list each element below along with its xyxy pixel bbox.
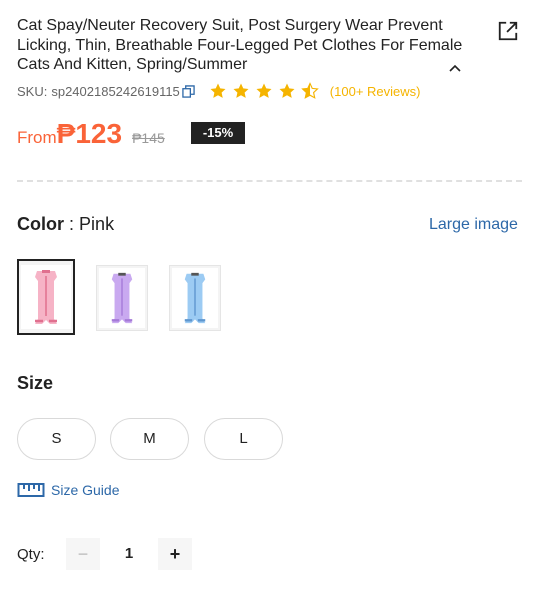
review-count[interactable]: (100+ Reviews)	[330, 84, 421, 99]
share-icon[interactable]	[497, 20, 519, 42]
pet-suit-blue-image	[184, 272, 206, 324]
color-swatch-blue[interactable]	[169, 265, 221, 331]
qty-decrease-button[interactable]: −	[66, 538, 100, 570]
quantity-stepper: − 1 +	[66, 538, 192, 570]
copy-icon[interactable]	[182, 84, 195, 98]
sku-label: SKU:	[17, 83, 48, 99]
sku-rating-row: SKU: sp2402185242619115 (100+ Reviews)	[17, 81, 420, 101]
color-swatch-purple[interactable]	[96, 265, 148, 331]
color-heading: Color	[17, 214, 64, 234]
chevron-up-icon[interactable]	[448, 61, 462, 75]
swatch-image	[21, 265, 71, 329]
current-price: ₱123	[56, 118, 123, 149]
color-separator: :	[69, 214, 75, 234]
star-icon	[210, 83, 226, 98]
price-row: From ₱123 ₱145	[17, 118, 175, 150]
size-guide-label: Size Guide	[51, 482, 120, 498]
star-icon	[279, 83, 295, 98]
rating-stars[interactable]: (100+ Reviews)	[209, 82, 421, 100]
pet-suit-purple-image	[111, 272, 133, 324]
qty-input[interactable]: 1	[100, 538, 158, 570]
qty-increase-button[interactable]: +	[158, 538, 192, 570]
ruler-icon	[17, 483, 45, 497]
size-label: Size	[17, 373, 54, 393]
size-option-s[interactable]: S	[17, 418, 96, 460]
sku-value: sp2402185242619115	[51, 83, 180, 99]
size-option-m[interactable]: M	[110, 418, 189, 460]
color-label: Color : Pink	[17, 214, 114, 235]
color-swatch-pink[interactable]	[17, 259, 75, 335]
size-option-l[interactable]: L	[204, 418, 283, 460]
discount-badge: -15%	[191, 122, 245, 144]
size-guide-link[interactable]: Size Guide	[17, 480, 119, 500]
product-title: Cat Spay/Neuter Recovery Suit, Post Surg…	[17, 17, 463, 73]
color-selected: Pink	[79, 214, 115, 234]
swatch-image	[172, 268, 218, 328]
pet-suit-pink-image	[35, 270, 57, 324]
divider	[17, 180, 522, 182]
star-icon	[233, 83, 249, 98]
swatch-image	[99, 268, 145, 328]
qty-label: Qty:	[17, 546, 45, 563]
star-icon	[256, 83, 272, 98]
large-image-link[interactable]: Large image	[429, 216, 518, 234]
star-half-icon	[301, 82, 319, 99]
price-from-label: From	[17, 128, 57, 147]
original-price: ₱145	[132, 130, 165, 146]
